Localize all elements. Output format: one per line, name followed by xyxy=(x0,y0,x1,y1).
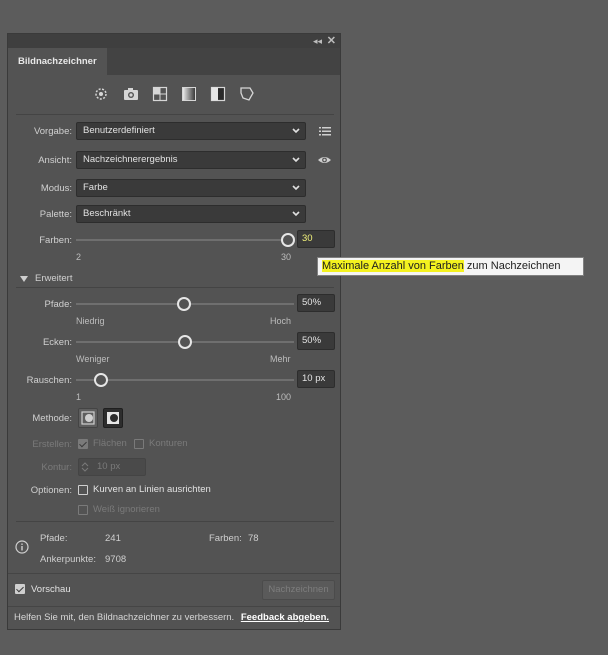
overlapping-method-icon xyxy=(107,412,119,424)
rauschen-input[interactable]: 10 px xyxy=(297,370,335,388)
vorgabe-select[interactable]: Benutzerdefiniert xyxy=(76,122,306,140)
chevron-down-icon xyxy=(292,128,300,134)
rauschen-min: 1 xyxy=(76,392,82,402)
weiss-label: Weiß ignorieren xyxy=(93,504,160,515)
kontur-label: Kontur: xyxy=(41,462,72,473)
tab-bildnachzeichner[interactable]: Bildnachzeichner xyxy=(8,48,107,75)
flaechen-checkbox[interactable] xyxy=(78,439,88,449)
ecken-max-label: Mehr xyxy=(270,354,291,364)
konturen-checkbox[interactable] xyxy=(134,439,144,449)
tooltip: Maximale Anzahl von Farben zum Nachzeich… xyxy=(317,257,584,276)
divider xyxy=(16,114,334,115)
modus-label: Modus: xyxy=(40,183,72,194)
tooltip-highlight: Maximale Anzahl von Farben xyxy=(322,260,464,272)
ecken-input[interactable]: 50% xyxy=(297,332,335,350)
flaechen-label: Flächen xyxy=(93,438,127,449)
pfade-slider-thumb[interactable] xyxy=(177,297,191,311)
farben-input[interactable]: 30 xyxy=(297,230,335,248)
method-overlapping-button[interactable] xyxy=(103,408,123,428)
tooltip-rest: zum Nachzeichnen xyxy=(463,260,561,272)
abutting-method-icon xyxy=(81,411,95,425)
weiss-checkbox[interactable] xyxy=(78,505,88,515)
pfade-max-label: Hoch xyxy=(270,316,292,326)
farben-max: 30 xyxy=(281,252,292,262)
tab-row: Bildnachzeichner xyxy=(8,48,340,75)
pfade-input[interactable]: 50% xyxy=(297,294,335,312)
info-pfade-label: Pfade: xyxy=(40,533,68,544)
ecken-min-label: Weniger xyxy=(76,354,110,364)
grayscale-icon[interactable] xyxy=(181,86,197,102)
high-fidelity-photo-icon[interactable] xyxy=(123,86,139,102)
image-trace-panel: ◂◂ ✕ Bildnachzeichner Vorgabe: Benutzerd… xyxy=(7,33,341,630)
kontur-stepper[interactable]: 10 px xyxy=(78,458,146,476)
vorschau-label: Vorschau xyxy=(31,584,71,595)
auto-color-icon[interactable] xyxy=(93,86,109,102)
info-farben-label: Farben: xyxy=(209,533,242,544)
modus-select[interactable]: Farbe xyxy=(76,179,306,197)
method-abutting-button[interactable] xyxy=(78,408,98,428)
rauschen-slider-thumb[interactable] xyxy=(94,373,108,387)
palette-label: Palette: xyxy=(39,209,72,220)
modus-value: Farbe xyxy=(83,182,108,193)
methode-label: Methode: xyxy=(32,413,72,424)
footer: Helfen Sie mit, den Bildnachzeichner zu … xyxy=(14,612,329,623)
divider xyxy=(16,287,334,288)
low-fidelity-photo-icon[interactable] xyxy=(152,86,168,102)
footer-text: Helfen Sie mit, den Bildnachzeichner zu … xyxy=(14,612,235,623)
farben-slider-track[interactable] xyxy=(76,239,288,241)
kontur-value: 10 px xyxy=(97,461,121,472)
farben-min: 2 xyxy=(76,252,82,262)
stepper-arrows-icon[interactable] xyxy=(81,461,89,473)
ansicht-select[interactable]: Nachzeichnerergebnis xyxy=(76,151,306,169)
divider xyxy=(16,521,334,522)
konturen-label: Konturen xyxy=(149,438,188,449)
advanced-toggle-label[interactable]: Erweitert xyxy=(35,273,72,284)
rauschen-label: Rauschen: xyxy=(26,375,72,386)
close-icon[interactable]: ✕ xyxy=(327,34,336,48)
info-anker-label: Ankerpunkte: xyxy=(40,554,96,565)
panel-title-bar: ◂◂ ✕ xyxy=(8,34,340,48)
ecken-label: Ecken: xyxy=(42,337,72,348)
outline-icon[interactable] xyxy=(239,86,255,102)
kurven-checkbox[interactable] xyxy=(78,485,88,495)
palette-select[interactable]: Beschränkt xyxy=(76,205,306,223)
disclosure-triangle-icon[interactable] xyxy=(19,275,29,283)
feedback-link[interactable]: Feedback abgeben. xyxy=(241,612,329,623)
chevron-down-icon xyxy=(292,185,300,191)
eye-icon[interactable] xyxy=(317,154,332,166)
preset-menu-icon[interactable] xyxy=(318,124,332,138)
trace-button[interactable]: Nachzeichnen xyxy=(262,580,335,600)
optionen-label: Optionen: xyxy=(30,485,72,496)
rauschen-slider-track[interactable] xyxy=(76,379,294,381)
pfade-label: Pfade: xyxy=(44,299,72,310)
divider xyxy=(8,606,340,607)
farben-slider-thumb[interactable] xyxy=(281,233,295,247)
divider xyxy=(8,573,340,574)
palette-value: Beschränkt xyxy=(83,208,131,219)
info-anker-value: 9708 xyxy=(105,554,127,565)
black-white-icon[interactable] xyxy=(210,86,226,102)
info-farben-value: 78 xyxy=(248,533,259,544)
erstellen-label: Erstellen: xyxy=(32,439,72,450)
ansicht-label: Ansicht: xyxy=(38,155,72,166)
info-pfade-value: 241 xyxy=(105,533,121,544)
vorgabe-value: Benutzerdefiniert xyxy=(83,125,155,136)
pfade-min-label: Niedrig xyxy=(76,316,105,326)
farben-label: Farben: xyxy=(39,235,72,246)
info-icon xyxy=(15,540,29,554)
ansicht-value: Nachzeichnerergebnis xyxy=(83,154,178,165)
ecken-slider-thumb[interactable] xyxy=(178,335,192,349)
rauschen-max: 100 xyxy=(276,392,292,402)
chevron-down-icon xyxy=(292,211,300,217)
vorgabe-label: Vorgabe: xyxy=(33,126,72,137)
chevron-down-icon xyxy=(292,157,300,163)
kurven-label: Kurven an Linien ausrichten xyxy=(93,484,211,495)
collapse-icon[interactable]: ◂◂ xyxy=(313,34,322,48)
vorschau-checkbox[interactable] xyxy=(15,584,25,594)
